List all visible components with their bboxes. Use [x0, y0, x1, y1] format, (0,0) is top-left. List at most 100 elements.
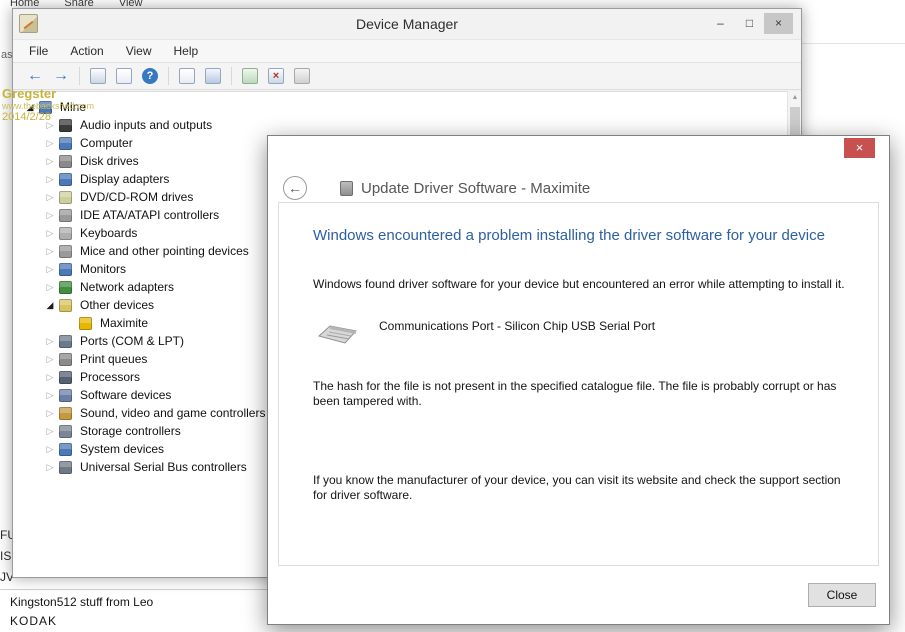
toolbar-separator — [79, 67, 80, 85]
expand-arrow-icon[interactable]: ▷ — [43, 372, 57, 383]
tree-item-label: Display adapters — [78, 172, 171, 186]
close-button[interactable]: × — [764, 13, 793, 34]
menu-help[interactable]: Help — [174, 44, 199, 58]
speaker-icon — [59, 119, 72, 132]
list-item-kodak[interactable]: KODAK — [10, 614, 57, 628]
toolbar-separator — [168, 67, 169, 85]
expand-arrow-icon[interactable]: ▷ — [43, 390, 57, 401]
tree-item-label: Processors — [78, 370, 142, 384]
expand-arrow-icon[interactable]: ▷ — [43, 336, 57, 347]
expand-arrow-icon[interactable]: ▷ — [43, 138, 57, 149]
minimize-button[interactable]: – — [706, 13, 735, 34]
tree-item-label: Sound, video and game controllers — [78, 406, 267, 420]
menu-file[interactable]: File — [29, 44, 48, 58]
expand-arrow-icon[interactable]: ▷ — [43, 120, 57, 131]
help-icon[interactable]: ? — [142, 68, 158, 84]
scan-hardware-changes-icon[interactable] — [205, 68, 221, 84]
tree-item-mine[interactable]: ◢ Mine — [13, 98, 801, 116]
other-devices-icon — [59, 299, 72, 312]
scroll-up-icon[interactable]: ▲ — [788, 91, 802, 105]
tree-item-label: Disk drives — [78, 154, 141, 168]
mouse-icon — [59, 245, 72, 258]
dm-toolbar: ← →? × — [13, 63, 801, 90]
list-divider — [0, 589, 267, 590]
keyboard-icon — [59, 227, 72, 240]
tree-item-label: Keyboards — [78, 226, 139, 240]
expand-arrow-icon[interactable]: ▷ — [43, 210, 57, 221]
error-text: The hash for the file is not present in … — [313, 379, 851, 409]
expand-arrow-icon[interactable]: ▷ — [43, 426, 57, 437]
tree-item-label: Storage controllers — [78, 424, 183, 438]
monitor-icon — [59, 263, 72, 276]
expand-arrow-icon[interactable]: ▷ — [43, 444, 57, 455]
tree-item-label: DVD/CD-ROM drives — [78, 190, 195, 204]
tree-item-label: Mine — [58, 100, 88, 114]
show-console-tree-icon[interactable] — [90, 68, 106, 84]
update-driver-dialog: × ← Update Driver Software - Maximite Wi… — [267, 135, 890, 625]
dialog-title: Update Driver Software - Maximite — [361, 180, 590, 197]
device-row: Communications Port - Silicon Chip USB S… — [315, 319, 655, 345]
expand-arrow-icon[interactable]: ▷ — [43, 354, 57, 365]
tree-item-audio[interactable]: ▷ Audio inputs and outputs — [13, 116, 801, 134]
tree-item-label: Ports (COM & LPT) — [78, 334, 186, 348]
tree-item-label: Computer — [78, 136, 135, 150]
dialog-close-button[interactable]: × — [844, 138, 875, 158]
dialog-close-action-button[interactable]: Close — [808, 583, 876, 607]
side-label-is: IS — [0, 549, 11, 563]
computer-root-icon — [39, 101, 52, 114]
tree-item-label: Universal Serial Bus controllers — [78, 460, 249, 474]
expand-arrow-icon[interactable]: ▷ — [43, 156, 57, 167]
tree-item-label: Monitors — [78, 262, 128, 276]
menu-action[interactable]: Action — [70, 44, 103, 58]
info-text: If you know the manufacturer of your dev… — [313, 473, 851, 503]
unknown-device-icon — [79, 317, 92, 330]
explorer-left-text: as — [1, 49, 13, 61]
tree-item-label: Other devices — [78, 298, 156, 312]
display-adapter-icon — [59, 173, 72, 186]
ide-controller-icon — [59, 209, 72, 222]
tree-item-label: Mice and other pointing devices — [78, 244, 251, 258]
tree-item-label: Audio inputs and outputs — [78, 118, 214, 132]
usb-controller-icon — [59, 461, 72, 474]
dialog-heading: Windows encountered a problem installing… — [313, 227, 825, 244]
properties-icon[interactable] — [116, 68, 132, 84]
list-item-kingston[interactable]: Kingston512 stuff from Leo — [10, 595, 153, 609]
expand-arrow-icon[interactable]: ▷ — [43, 192, 57, 203]
disk-drive-icon — [59, 155, 72, 168]
export-list-icon[interactable] — [179, 68, 195, 84]
computer-icon — [59, 137, 72, 150]
software-device-icon — [59, 389, 72, 402]
forward-icon[interactable]: → — [53, 68, 69, 84]
uninstall-icon[interactable]: × — [268, 68, 284, 84]
dialog-content: Windows encountered a problem installing… — [278, 202, 879, 566]
menu-bar: File Action View Help — [13, 39, 801, 63]
window-title: Device Manager — [13, 16, 801, 32]
update-driver-icon[interactable] — [242, 68, 258, 84]
expand-arrow-icon[interactable]: ▷ — [43, 246, 57, 257]
expand-arrow-icon[interactable]: ▷ — [43, 174, 57, 185]
expand-arrow-icon[interactable]: ▷ — [43, 264, 57, 275]
expand-arrow-icon[interactable]: ▷ — [43, 462, 57, 473]
serial-connector-icon — [315, 319, 361, 345]
ribbon-divider — [800, 43, 905, 44]
tree-item-label: Network adapters — [78, 280, 176, 294]
tree-item-label: Print queues — [78, 352, 149, 366]
expand-arrow-icon[interactable]: ▷ — [43, 408, 57, 419]
expand-arrow-icon[interactable]: ▷ — [43, 228, 57, 239]
expand-arrow-icon[interactable]: ▷ — [43, 282, 57, 293]
dvd-drive-icon — [59, 191, 72, 204]
device-manager-titlebar[interactable]: Device Manager – □ × — [13, 9, 801, 39]
device-name: Communications Port - Silicon Chip USB S… — [379, 319, 655, 333]
maximize-button[interactable]: □ — [735, 13, 764, 34]
ports-icon — [59, 335, 72, 348]
disable-icon[interactable] — [294, 68, 310, 84]
tree-item-label: IDE ATA/ATAPI controllers — [78, 208, 221, 222]
network-adapter-icon — [59, 281, 72, 294]
toolbar-separator — [231, 67, 232, 85]
back-icon[interactable]: ← — [27, 68, 43, 84]
expand-arrow-icon[interactable]: ◢ — [43, 300, 57, 311]
driver-wizard-icon — [340, 181, 353, 196]
dialog-back-button[interactable]: ← — [283, 176, 307, 200]
menu-view[interactable]: View — [126, 44, 152, 58]
expand-arrow-icon[interactable]: ◢ — [23, 102, 37, 113]
